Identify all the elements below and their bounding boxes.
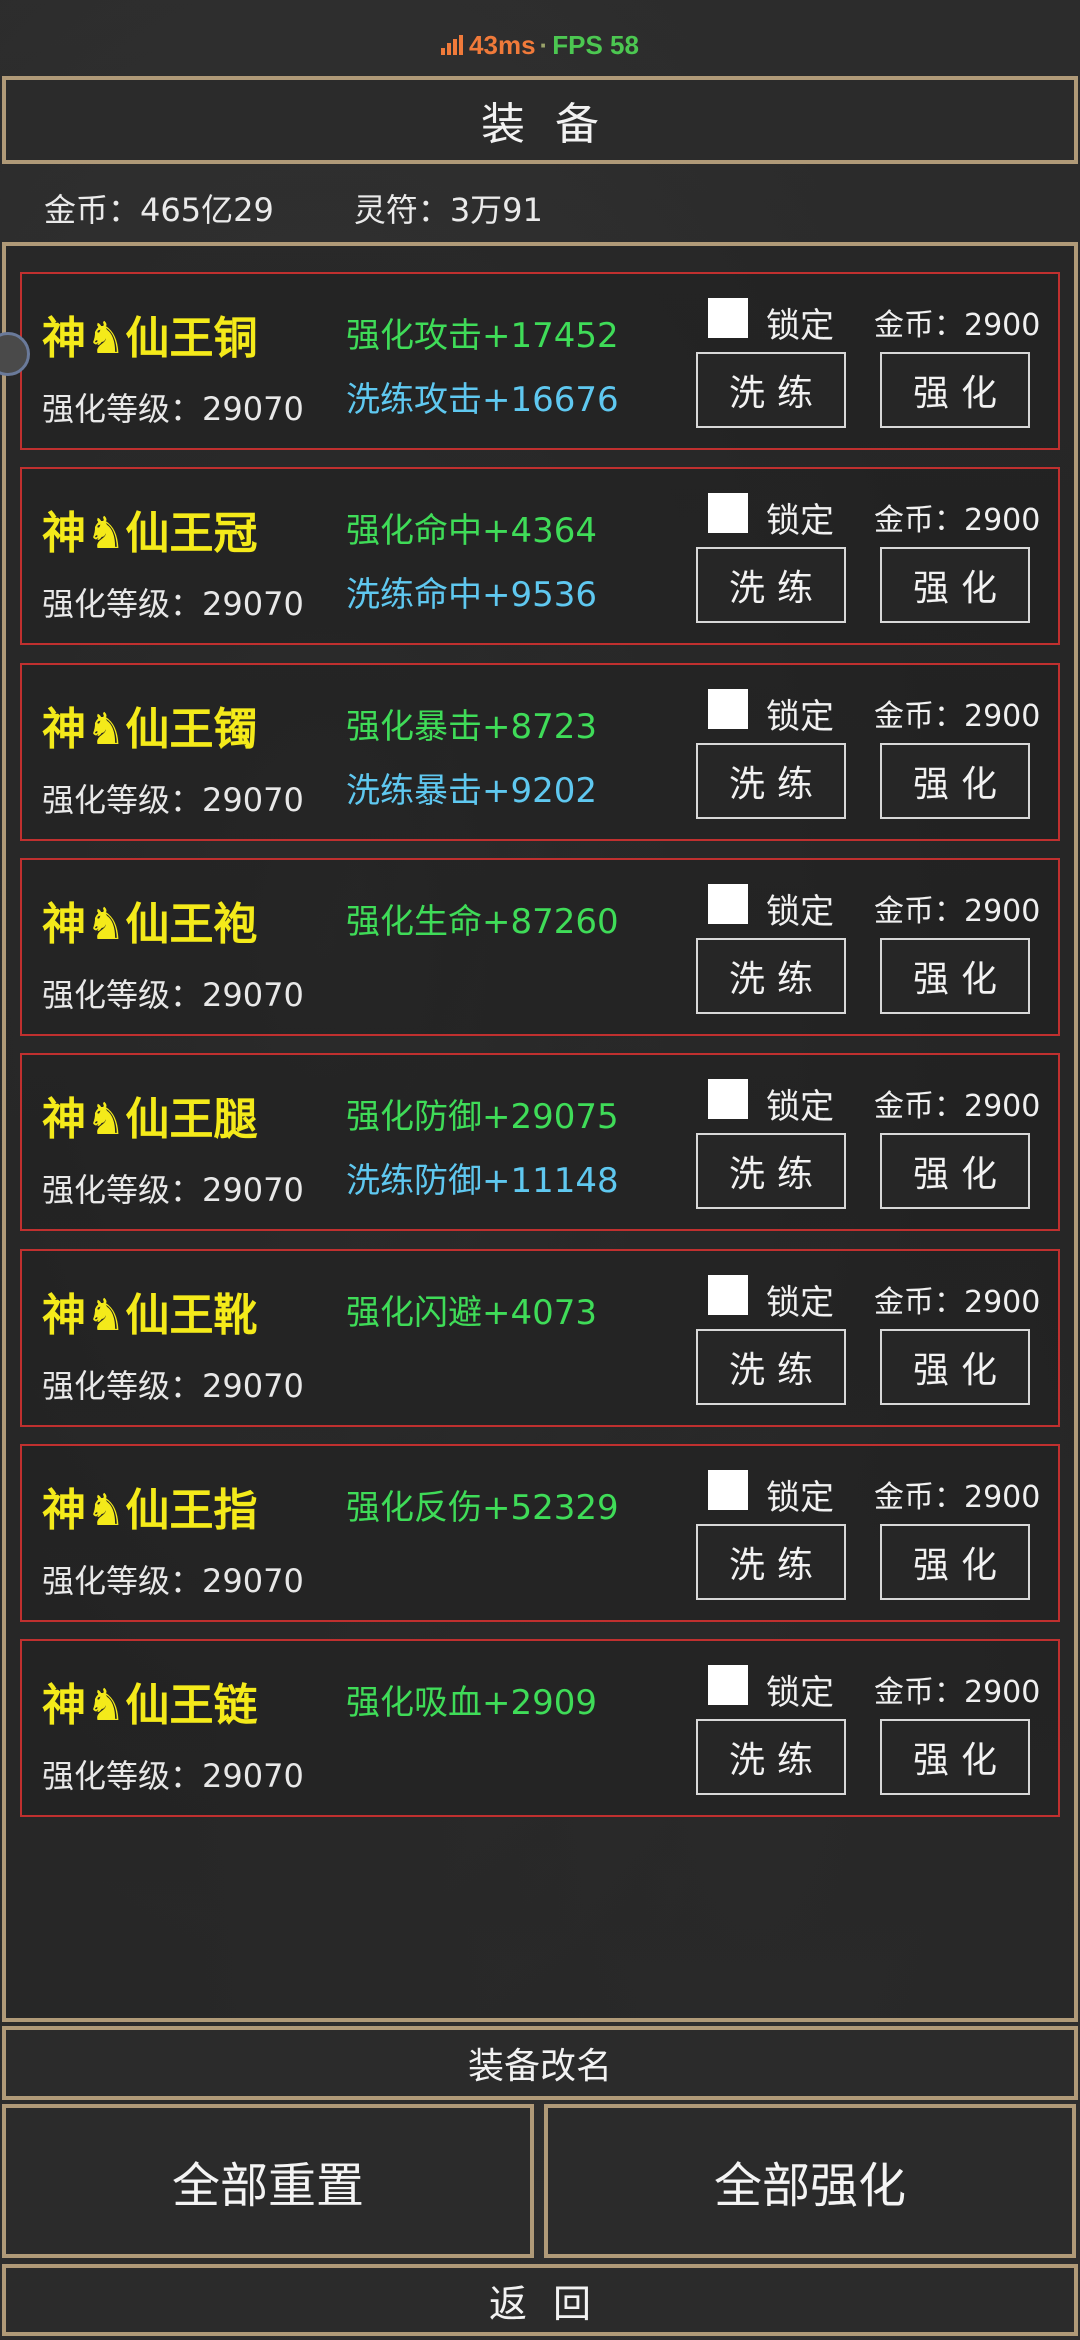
lock-checkbox[interactable] <box>708 1469 748 1510</box>
equipment-name: 神♞仙王铜 <box>42 313 258 364</box>
lock-checkbox[interactable] <box>708 688 748 729</box>
gold-cost: 金币：2900 <box>874 698 1041 734</box>
lock-label: 锁定 <box>766 1087 834 1128</box>
talisman-balance: 灵符：3万91 <box>353 191 543 229</box>
reset-all-button[interactable]: 全部重置 <box>2 2104 534 2258</box>
fps-text: FPS 58 <box>552 30 639 60</box>
strengthen-level: 强化等级：29070 <box>42 780 304 819</box>
equipment-list: 神♞仙王铜 强化等级：29070 强化攻击+17452 洗练攻击+16676 锁… <box>2 242 1078 2022</box>
lock-label: 锁定 <box>766 891 834 932</box>
lock-label: 锁定 <box>766 696 834 737</box>
wash-button[interactable]: 洗练 <box>696 1523 846 1600</box>
strengthen-button[interactable]: 强化 <box>880 1328 1030 1405</box>
gold-cost: 金币：2900 <box>874 893 1041 929</box>
gold-cost: 金币：2900 <box>874 503 1041 539</box>
lock-label: 锁定 <box>766 1673 834 1714</box>
strengthen-stat: 强化暴击+8723 <box>346 706 598 747</box>
strengthen-button[interactable]: 强化 <box>880 742 1030 819</box>
equipment-card: 神♞仙王链 强化等级：29070 强化吸血+2909 锁定 金币：2900 洗练… <box>20 1639 1060 1818</box>
equipment-name: 神♞仙王袍 <box>42 898 258 950</box>
strengthen-level: 强化等级：29070 <box>42 1366 304 1405</box>
equipment-card: 神♞仙王靴 强化等级：29070 强化闪避+4073 锁定 金币：2900 洗练… <box>20 1248 1060 1427</box>
strengthen-stat: 强化反伤+52329 <box>346 1487 619 1528</box>
strengthen-level: 强化等级：29070 <box>42 975 304 1014</box>
ping-text: 43ms <box>469 30 536 60</box>
page-title: 装备 <box>2 76 1078 164</box>
wash-button[interactable]: 洗练 <box>696 937 846 1014</box>
wash-button[interactable]: 洗练 <box>696 1719 846 1796</box>
currency-bar: 金币：465亿29 灵符：3万91 <box>44 185 543 231</box>
gold-cost: 金币：2900 <box>874 308 1041 343</box>
strengthen-level: 强化等级：29070 <box>42 1561 304 1600</box>
wash-stat: 洗练暴击+9202 <box>346 770 598 811</box>
strengthen-button[interactable]: 强化 <box>880 937 1030 1014</box>
lock-checkbox[interactable] <box>708 1274 748 1315</box>
wash-stat: 洗练防御+11148 <box>346 1161 619 1202</box>
back-button[interactable]: 返回 <box>2 2264 1078 2336</box>
wash-button[interactable]: 洗练 <box>696 1328 846 1405</box>
strengthen-stat: 强化生命+87260 <box>346 901 619 942</box>
strengthen-stat: 强化防御+29075 <box>346 1097 619 1138</box>
wash-button[interactable]: 洗练 <box>696 352 846 428</box>
equipment-card: 神♞仙王指 强化等级：29070 强化反伤+52329 锁定 金币：2900 洗… <box>20 1443 1060 1622</box>
equipment-card: 神♞仙王镯 强化等级：29070 强化暴击+8723 洗练暴击+9202 锁定 … <box>20 662 1060 841</box>
signal-bars-icon <box>441 35 464 55</box>
equipment-name: 神♞仙王靴 <box>42 1289 258 1341</box>
strengthen-stat: 强化命中+4364 <box>346 511 598 552</box>
strengthen-level: 强化等级：29070 <box>42 1757 304 1796</box>
lock-checkbox[interactable] <box>708 493 748 534</box>
gold-cost: 金币：2900 <box>874 1479 1041 1515</box>
lock-label: 锁定 <box>766 306 834 346</box>
wash-stat: 洗练攻击+16676 <box>346 380 619 420</box>
wash-button[interactable]: 洗练 <box>696 742 846 819</box>
equipment-card: 神♞仙王铜 强化等级：29070 强化攻击+17452 洗练攻击+16676 锁… <box>20 272 1060 450</box>
gold-cost: 金币：2900 <box>874 1675 1041 1711</box>
strengthen-button[interactable]: 强化 <box>880 1719 1030 1796</box>
strengthen-level: 强化等级：29070 <box>42 585 304 624</box>
strengthen-button[interactable]: 强化 <box>880 1523 1030 1600</box>
lock-label: 锁定 <box>766 1282 834 1323</box>
lock-label: 锁定 <box>766 501 834 542</box>
strengthen-stat: 强化吸血+2909 <box>346 1683 598 1724</box>
strengthen-level: 强化等级：29070 <box>42 1171 304 1210</box>
wash-button[interactable]: 洗练 <box>696 1133 846 1210</box>
status-separator: · <box>539 30 549 60</box>
equipment-name: 神♞仙王链 <box>42 1680 258 1732</box>
gold-balance: 金币：465亿29 <box>44 191 274 229</box>
lock-checkbox[interactable] <box>708 298 748 338</box>
gold-cost: 金币：2900 <box>874 1089 1041 1125</box>
strengthen-button[interactable]: 强化 <box>880 547 1030 624</box>
rename-equipment-button[interactable]: 装备改名 <box>2 2026 1078 2100</box>
strengthen-button[interactable]: 强化 <box>880 1133 1030 1210</box>
equipment-name: 神♞仙王冠 <box>42 508 258 560</box>
equipment-card: 神♞仙王腿 强化等级：29070 强化防御+29075 洗练防御+11148 锁… <box>20 1053 1060 1232</box>
gold-cost: 金币：2900 <box>874 1284 1041 1320</box>
strengthen-button[interactable]: 强化 <box>880 352 1030 428</box>
wash-button[interactable]: 洗练 <box>696 547 846 624</box>
equipment-card: 神♞仙王袍 强化等级：29070 强化生命+87260 锁定 金币：2900 洗… <box>20 857 1060 1036</box>
strengthen-all-button[interactable]: 全部强化 <box>544 2104 1076 2258</box>
equipment-name: 神♞仙王腿 <box>42 1094 258 1146</box>
strengthen-stat: 强化攻击+17452 <box>346 316 619 356</box>
equipment-card: 神♞仙王冠 强化等级：29070 强化命中+4364 洗练命中+9536 锁定 … <box>20 467 1060 646</box>
equipment-name: 神♞仙王镯 <box>42 703 258 755</box>
strengthen-stat: 强化闪避+4073 <box>346 1292 598 1333</box>
strengthen-level: 强化等级：29070 <box>42 390 304 428</box>
lock-label: 锁定 <box>766 1477 834 1518</box>
wash-stat: 洗练命中+9536 <box>346 575 598 616</box>
equipment-name: 神♞仙王指 <box>42 1484 258 1536</box>
lock-checkbox[interactable] <box>708 1079 748 1120</box>
lock-checkbox[interactable] <box>708 1665 748 1706</box>
status-bar: 43ms · FPS 58 <box>0 30 1080 61</box>
lock-checkbox[interactable] <box>708 883 748 924</box>
